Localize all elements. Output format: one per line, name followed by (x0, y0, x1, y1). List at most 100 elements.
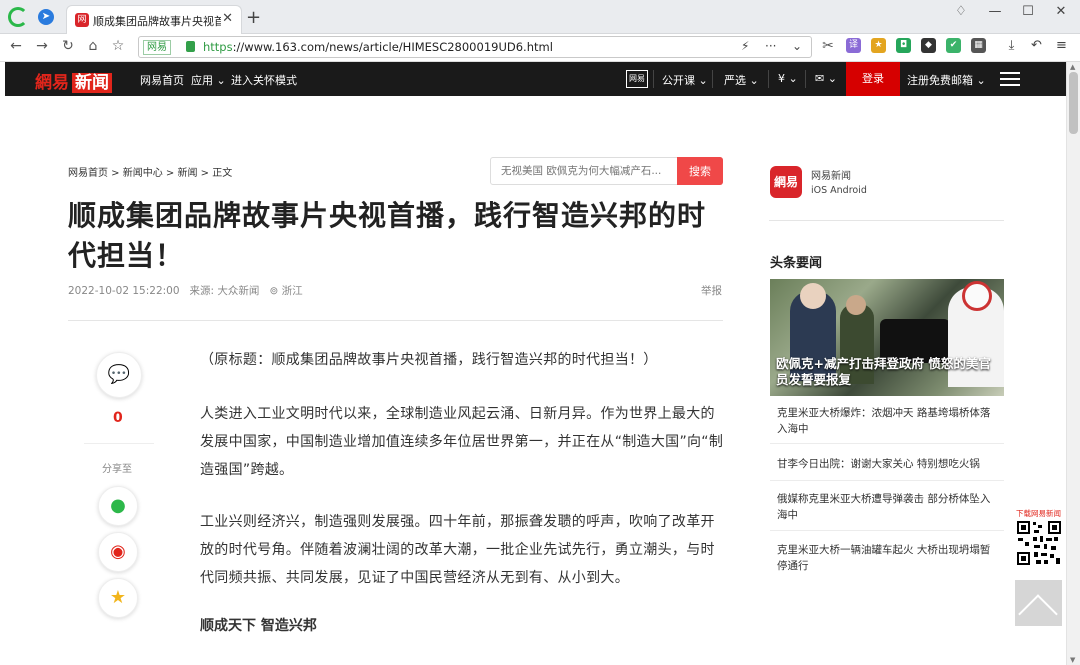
login-button[interactable]: 登录 (846, 62, 900, 96)
search-box: 搜索 (490, 157, 723, 185)
share-label: 分享至 (102, 464, 132, 475)
scroll-up-icon[interactable]: ▲ (1070, 63, 1075, 71)
netease-favicon-icon: 网 (75, 13, 89, 27)
news-item[interactable]: 克里米亚大桥爆炸：浓烟冲天 路基垮塌桥体落入海中 (777, 405, 999, 437)
register-mail-link[interactable]: 注册免费邮箱 ⌄ (907, 72, 986, 88)
divider (805, 70, 806, 88)
browser-logo-icon[interactable] (8, 7, 28, 27)
app-name[interactable]: 网易新闻 (811, 167, 851, 182)
forward-icon[interactable]: → (32, 38, 52, 54)
divider (653, 70, 654, 88)
news-item[interactable]: 甘李今日出院：谢谢大家关心 特别想吃火锅 (777, 456, 999, 472)
site-top-nav: 網易 新闻 网易首页 应用 ⌄ 进入关怀模式 网易 公开课 ⌄ 严选 ⌄ ¥ ⌄ … (5, 62, 1066, 96)
chevron-down-icon[interactable]: ⌄ (792, 39, 802, 53)
extension-purple-icon[interactable]: 译 (846, 38, 861, 53)
mobile-app-icon[interactable]: 网易 (626, 70, 648, 88)
breadcrumb[interactable]: 网易首页 > 新闻中心 > 新闻 > 正文 (68, 164, 232, 179)
photo-figure (800, 283, 826, 309)
minimize-icon[interactable]: — (980, 4, 1010, 19)
apps-grid-icon[interactable]: ▦ (971, 38, 986, 53)
comment-count[interactable]: 0 (113, 410, 123, 426)
browser-tab-bar: ➤ 网 顺成集团品牌故事片央视首播 ✕ + ♢ — ☐ ✕ (0, 0, 1080, 34)
article-paragraph: 人类进入工业文明时代以来，全球制造业风起云涌、日新月异。作为世界上最大的发展中国… (200, 406, 724, 478)
qr-label: 下载网易新闻 (1016, 509, 1061, 518)
divider (770, 530, 1004, 531)
hamburger-menu-icon[interactable] (1000, 72, 1020, 86)
article-source[interactable]: 来源: 大众新闻 (190, 285, 260, 297)
nav-mail-link[interactable]: ✉ ⌄ (815, 72, 837, 85)
tab-title: 顺成集团品牌故事片央视首播 (93, 15, 221, 28)
divider (768, 70, 769, 88)
article-location: 浙江 (281, 285, 303, 297)
extension-yellow-icon[interactable]: ★ (871, 38, 886, 53)
divider (770, 480, 1004, 481)
location-pin-icon: ⊚ (269, 285, 279, 297)
nav-care-mode-link[interactable]: 进入关怀模式 (231, 72, 297, 88)
wechat-share-icon[interactable]: ● (98, 486, 138, 526)
url-text: https://www.163.com/news/article/HIMESC2… (203, 40, 553, 54)
article-paragraph: （原标题：顺成集团品牌故事片央视首播，践行智造兴邦的时代担当！） (200, 352, 658, 368)
divider (84, 443, 154, 444)
address-bar: ← → ↻ ⌂ ☆ 网易 https://www.163.com/news/ar… (0, 34, 1080, 62)
nav-yanxuan-link[interactable]: 严选 ⌄ (724, 72, 759, 88)
home-icon[interactable]: ⌂ (83, 38, 103, 54)
weibo-share-icon[interactable]: ◉ (98, 532, 138, 572)
search-input[interactable] (491, 158, 679, 184)
url-field[interactable]: 网易 https://www.163.com/news/article/HIME… (138, 36, 812, 58)
report-link[interactable]: 举报 (701, 283, 722, 298)
back-to-top-button[interactable] (1015, 580, 1062, 626)
new-tab-icon[interactable]: + (246, 7, 261, 28)
nav-pay-link[interactable]: ¥ ⌄ (778, 72, 798, 85)
telegram-icon[interactable]: ➤ (38, 9, 54, 25)
web-page: 網易 新闻 网易首页 应用 ⌄ 进入关怀模式 网易 公开课 ⌄ 严选 ⌄ ¥ ⌄ … (0, 62, 1066, 665)
app-platform-links[interactable]: iOS Android (811, 185, 867, 196)
article-paragraph: 工业兴则经济兴，制造强则发展强。四十年前，那振聋发聩的呼声，吹响了改革开放的时代… (200, 514, 715, 586)
divider (770, 443, 1004, 444)
lock-icon (186, 41, 195, 52)
divider (712, 70, 713, 88)
reload-icon[interactable]: ↻ (58, 38, 78, 54)
article-title: 顺成集团品牌故事片央视首播，践行智造兴邦的时代担当！ (68, 199, 707, 272)
site-badge: 网易 (143, 40, 171, 55)
news-item[interactable]: 克里米亚大桥一辆油罐车起火 大桥出现坍塌暂停通行 (777, 542, 999, 574)
nav-apps-link[interactable]: 应用 ⌄ (191, 72, 226, 88)
close-tab-icon[interactable]: ✕ (222, 11, 233, 26)
page-scrollbar[interactable]: ▲ ▼ (1066, 62, 1080, 665)
netease-news-logo[interactable]: 網易 新闻 (35, 68, 112, 93)
browser-tab[interactable]: 网 顺成集团品牌故事片央视首播 ✕ (66, 5, 242, 34)
more-icon[interactable]: ··· (765, 39, 776, 53)
search-button[interactable]: 搜索 (677, 157, 723, 185)
lightning-icon[interactable]: ⚡ (741, 39, 749, 53)
scrollbar-thumb[interactable] (1069, 72, 1078, 134)
netease-app-icon[interactable]: 網易 (770, 166, 802, 198)
headline-hero-image[interactable]: 欧佩克+减产打击拜登政府 愤怒的美官员发誓要报复 (770, 279, 1004, 396)
back-icon[interactable]: ← (6, 38, 26, 54)
shield-icon[interactable]: ✔ (946, 38, 961, 53)
publish-date: 2022-10-02 15:22:00 (68, 285, 180, 297)
nav-home-link[interactable]: 网易首页 (140, 72, 184, 88)
photo-figure (962, 281, 992, 311)
nav-open-course-link[interactable]: 公开课 ⌄ (662, 72, 708, 88)
cut-icon[interactable]: ✂ (818, 38, 838, 54)
news-item[interactable]: 俄媒称克里米亚大桥遭导弹袭击 部分桥体坠入海中 (777, 491, 999, 523)
maximize-icon[interactable]: ☐ (1013, 4, 1043, 19)
comment-icon[interactable]: 💬 (96, 352, 142, 398)
qr-code-icon (1016, 520, 1062, 566)
divider (769, 220, 1004, 221)
qzone-share-icon[interactable]: ★ (98, 578, 138, 618)
extension-dark-icon[interactable]: ◆ (921, 38, 936, 53)
article-subheading: 顺成天下 智造兴邦 (200, 618, 317, 634)
menu-icon[interactable]: ≡ (1054, 38, 1069, 53)
headline-section-title: 头条要闻 (770, 256, 823, 271)
download-icon[interactable]: ⤓ (1004, 38, 1019, 53)
undo-icon[interactable]: ↶ (1029, 38, 1044, 53)
bookmark-star-icon[interactable]: ☆ (108, 38, 128, 54)
hero-caption[interactable]: 欧佩克+减产打击拜登政府 愤怒的美官员发誓要报复 (776, 356, 1000, 388)
shirt-icon[interactable]: ♢ (946, 4, 976, 19)
divider (68, 320, 723, 321)
extension-green-icon[interactable]: ◘ (896, 38, 911, 53)
article-meta: 2022-10-02 15:22:00 来源: 大众新闻 ⊚ 浙江 (68, 283, 303, 298)
scroll-down-icon[interactable]: ▼ (1070, 656, 1075, 664)
close-window-icon[interactable]: ✕ (1046, 4, 1076, 19)
photo-figure (846, 295, 866, 315)
